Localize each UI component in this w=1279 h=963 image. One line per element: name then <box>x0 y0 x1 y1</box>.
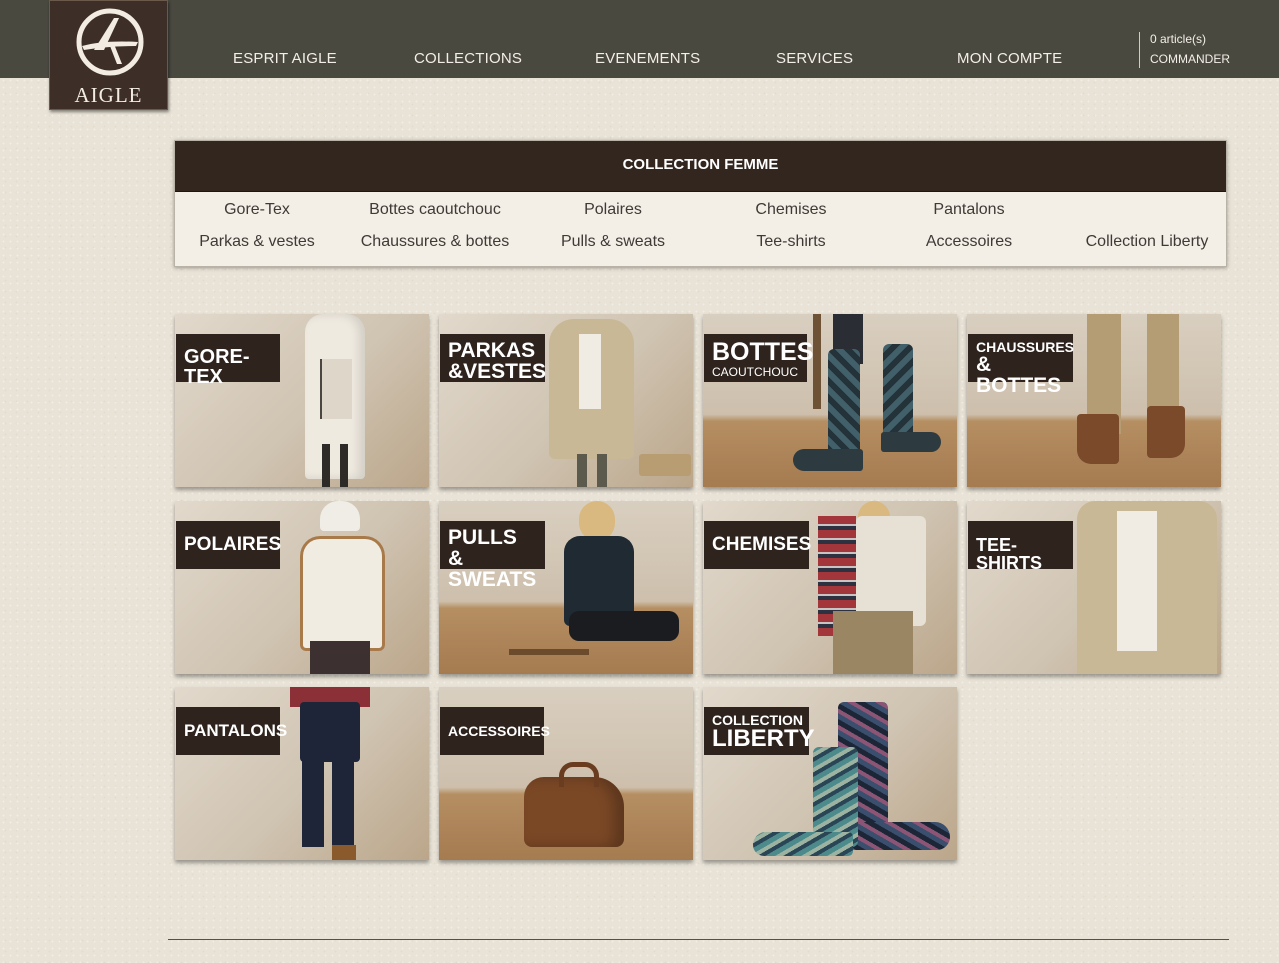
tile-label: PARKAS &VESTES <box>440 334 547 383</box>
tile-title: POLAIRES <box>184 534 282 555</box>
tile-subtitle: &VESTES <box>448 360 547 383</box>
suitcase-prop <box>639 454 691 476</box>
tile-label: CHAUSSURES & BOTTES <box>968 334 1075 396</box>
collection-title: COLLECTION FEMME <box>175 141 1226 192</box>
link-bottes-caoutchouc[interactable]: Bottes caoutchouc <box>350 201 520 219</box>
link-pantalons[interactable]: Pantalons <box>884 201 1054 219</box>
tile-title: BOTTES <box>712 338 814 366</box>
product-photo <box>813 501 953 674</box>
tile-chaussures-bottes[interactable]: CHAUSSURES & BOTTES <box>967 314 1221 487</box>
nav-mon-compte[interactable]: MON COMPTE <box>957 50 1062 67</box>
nav-services[interactable]: SERVICES <box>776 50 853 67</box>
product-photo <box>295 501 405 674</box>
product-photo <box>1067 314 1207 487</box>
checkout-link[interactable]: COMMANDER <box>1150 52 1230 66</box>
nav-evenements[interactable]: EVENEMENTS <box>595 50 700 67</box>
tile-collection-liberty[interactable]: COLLECTION LIBERTY <box>703 687 957 860</box>
tile-label: PANTALONS <box>176 707 287 755</box>
tile-title: PULLS & <box>448 526 517 570</box>
product-photo <box>539 314 649 487</box>
tile-title: PANTALONS <box>184 721 288 740</box>
link-polaires[interactable]: Polaires <box>528 201 698 219</box>
tile-bottes-caoutchouc[interactable]: BOTTES CAOUTCHOUC <box>703 314 957 487</box>
tile-accessoires[interactable]: ACCESSOIRES <box>439 687 693 860</box>
tile-label: COLLECTION LIBERTY <box>704 707 815 755</box>
tile-subtitle: SWEATS <box>448 568 537 591</box>
tile-subtitle: LIBERTY <box>712 725 815 752</box>
tile-polaires[interactable]: POLAIRES <box>175 501 429 674</box>
product-photo <box>290 687 370 860</box>
tile-gore-tex[interactable]: GORE-TEX <box>175 314 429 487</box>
tile-title: GORE-TEX <box>184 346 250 388</box>
tile-chemises[interactable]: CHEMISES <box>703 501 957 674</box>
footer-divider <box>168 939 1229 940</box>
tile-title: PARKAS <box>448 339 536 362</box>
stool-leg <box>813 314 821 409</box>
tile-pulls-sweats[interactable]: PULLS & SWEATS <box>439 501 693 674</box>
brand-wordmark: AIGLE <box>74 83 143 107</box>
cart-divider <box>1139 32 1140 68</box>
nav-esprit-aigle[interactable]: ESPRIT AIGLE <box>233 50 337 67</box>
tile-tee-shirts[interactable]: TEE-SHIRTS <box>967 501 1221 674</box>
tile-pantalons[interactable]: PANTALONS <box>175 687 429 860</box>
link-chaussures-bottes[interactable]: Chaussures & bottes <box>350 233 520 251</box>
tile-title: CHEMISES <box>712 534 812 555</box>
tile-label: BOTTES CAOUTCHOUC <box>704 334 814 382</box>
link-tee-shirts[interactable]: Tee-shirts <box>706 233 876 251</box>
tile-parkas-vestes[interactable]: PARKAS &VESTES <box>439 314 693 487</box>
tile-label: POLAIRES <box>176 521 282 569</box>
tile-label: CHEMISES <box>704 521 812 569</box>
eagle-emblem-icon <box>76 8 144 76</box>
product-photo <box>290 314 380 487</box>
tile-label: GORE-TEX <box>176 334 280 387</box>
nav-collections[interactable]: COLLECTIONS <box>414 50 522 67</box>
tile-subtitle: & BOTTES <box>976 353 1062 397</box>
tile-label: TEE-SHIRTS <box>968 521 1073 572</box>
tile-label: PULLS & SWEATS <box>440 521 545 590</box>
link-parkas-vestes[interactable]: Parkas & vestes <box>172 233 342 251</box>
link-pulls-sweats[interactable]: Pulls & sweats <box>528 233 698 251</box>
tile-title: ACCESSOIRES <box>448 723 550 739</box>
product-photo <box>524 762 629 850</box>
tile-title: TEE-SHIRTS <box>976 535 1043 573</box>
link-gore-tex[interactable]: Gore-Tex <box>172 201 342 219</box>
link-collection-liberty[interactable]: Collection Liberty <box>1062 233 1232 251</box>
product-photo <box>1067 501 1217 674</box>
cart-count: 0 article(s) <box>1150 32 1207 46</box>
link-accessoires[interactable]: Accessoires <box>884 233 1054 251</box>
tile-title: CHAUSSURES <box>976 339 1075 355</box>
aigle-logo[interactable]: AIGLE <box>49 0 168 110</box>
collection-menu: COLLECTION FEMME Gore-Tex Bottes caoutch… <box>174 140 1227 267</box>
tile-subtitle: CAOUTCHOUC <box>712 365 798 379</box>
tile-label: ACCESSOIRES <box>440 707 550 755</box>
link-chemises[interactable]: Chemises <box>706 201 876 219</box>
